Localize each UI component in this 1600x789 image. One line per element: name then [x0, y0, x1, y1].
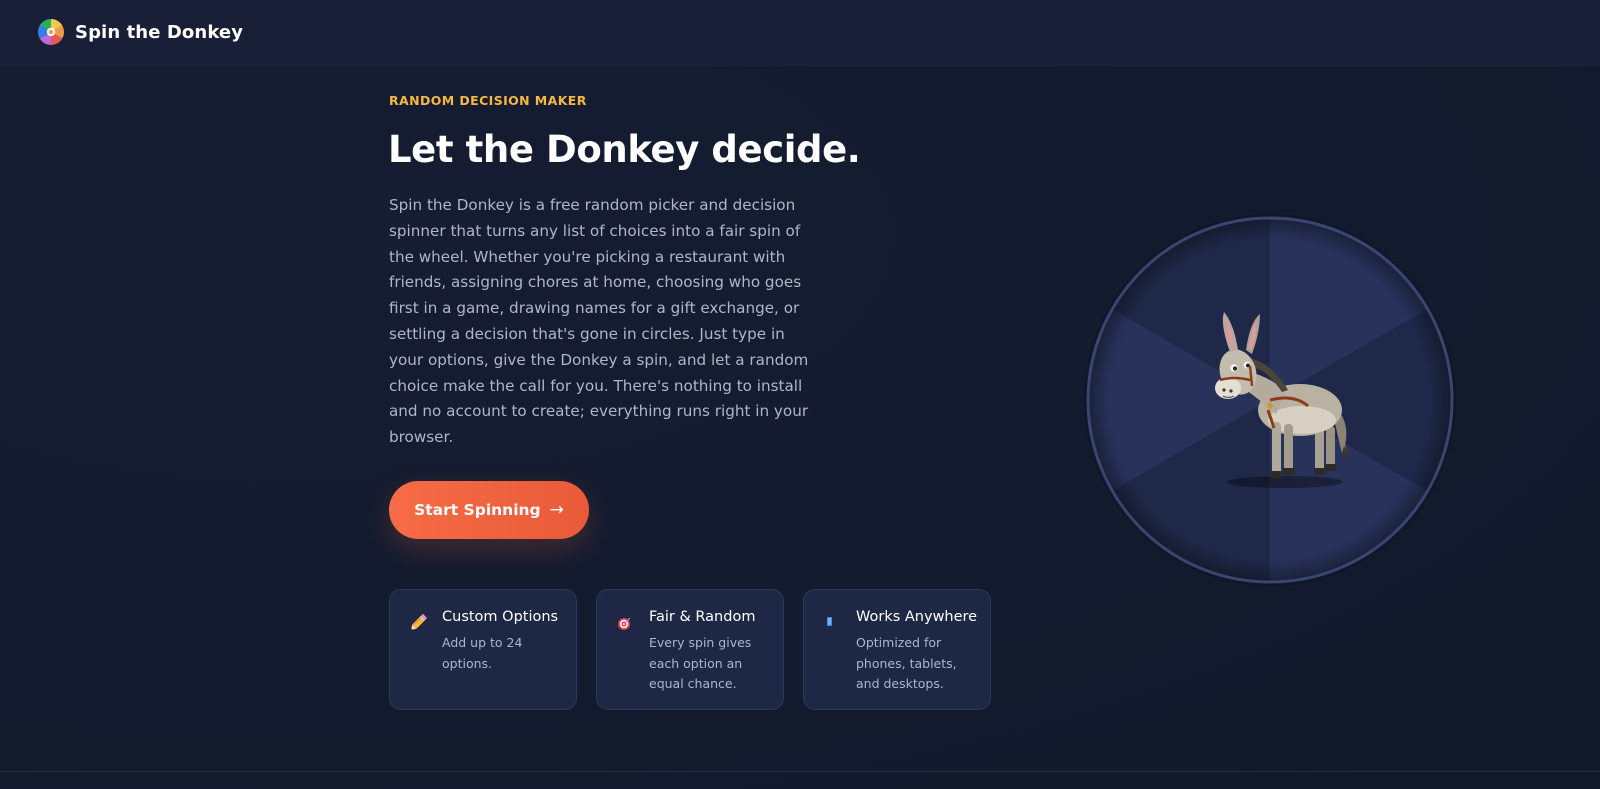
hero-description: Spin the Donkey is a free random picker … [389, 196, 809, 447]
feature-description: Add up to 24 options. [442, 635, 523, 671]
feature-title: Fair & Random [649, 609, 756, 625]
feature-description: Optimized for phones, tablets, and deskt… [856, 635, 957, 691]
wheel-graphic [1084, 214, 1456, 586]
phone-icon [827, 617, 832, 626]
hero-title: Let the Donkey decide. [388, 128, 861, 171]
top-navbar: Spin the Donkey [0, 0, 1600, 66]
feature-card-fair-random: Fair & Random Every spin gives each opti… [596, 589, 784, 710]
feature-description: Every spin gives each option an equal ch… [649, 635, 752, 691]
arrow-right-icon: → [549, 500, 564, 520]
page: Spin the Donkey RANDOM DECISION MAKER Le… [0, 0, 1600, 789]
feature-card-custom-options: Custom Options Add up to 24 options. [389, 589, 577, 710]
feature-title: Custom Options [442, 609, 559, 625]
feature-title: Works Anywhere [856, 609, 978, 625]
hero-eyebrow: RANDOM DECISION MAKER [389, 93, 587, 108]
brand-name: Spin the Donkey [75, 21, 244, 43]
feature-card-works-anywhere: Works Anywhere Optimized for phones, tab… [803, 589, 991, 710]
target-icon [618, 617, 631, 630]
start-spinning-label: Start Spinning [414, 501, 541, 519]
donkey-wheel[interactable] [1080, 210, 1460, 590]
footer-divider [0, 771, 1600, 772]
brand-home-link[interactable]: Spin the Donkey [37, 18, 243, 46]
start-spinning-button[interactable]: Start Spinning → [389, 481, 589, 539]
color-wheel-icon [37, 19, 65, 45]
pencil-icon [410, 614, 427, 631]
